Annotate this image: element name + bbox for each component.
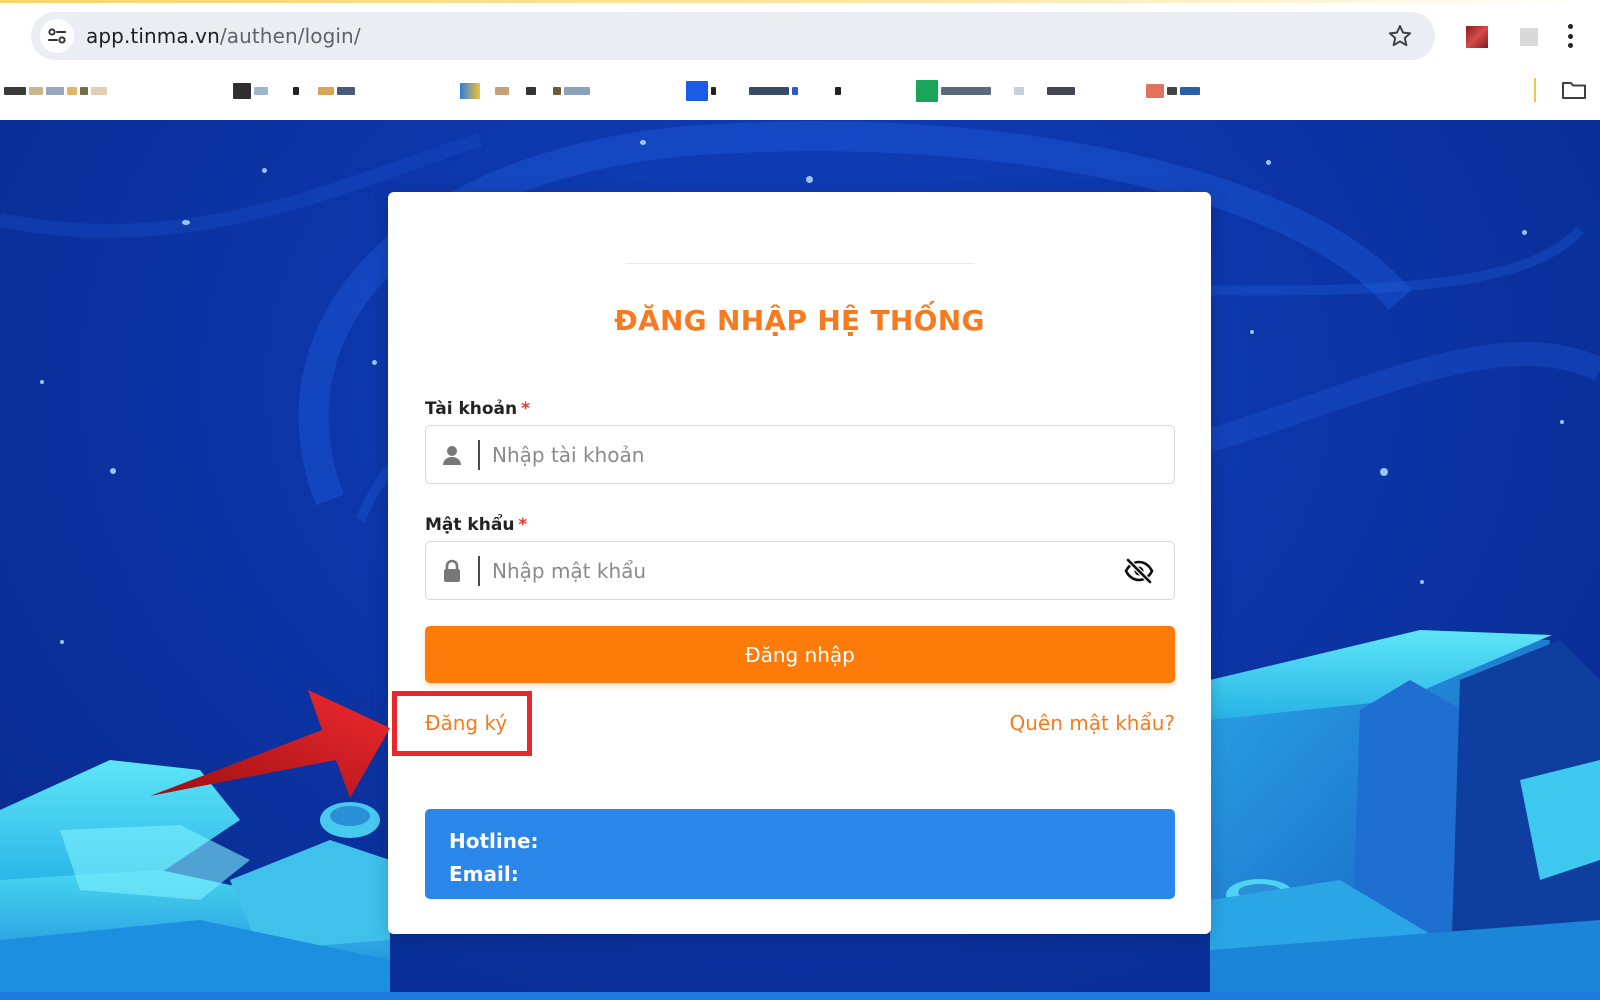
- page-title: ĐĂNG NHẬP HỆ THỐNG: [614, 304, 985, 337]
- bookmark-item[interactable]: [1146, 81, 1200, 101]
- extension-icon[interactable]: [1520, 28, 1538, 46]
- password-field[interactable]: [425, 541, 1175, 600]
- password-input[interactable]: [480, 542, 1124, 599]
- bookmark-item[interactable]: [916, 80, 1075, 102]
- account-field[interactable]: [425, 425, 1175, 484]
- email-label: Email:: [449, 862, 519, 886]
- bookmark-item[interactable]: [4, 81, 107, 101]
- password-label: Mật khẩu *: [425, 515, 527, 535]
- url-path: /authen/login/: [219, 24, 361, 48]
- browser-toolbar: app.tinma.vn/authen/login/: [0, 0, 1600, 120]
- eye-slash-icon[interactable]: [1124, 556, 1154, 586]
- forgot-password-link[interactable]: Quên mật khẩu?: [1010, 711, 1176, 735]
- url-text[interactable]: app.tinma.vn/authen/login/: [86, 24, 361, 48]
- tune-icon: [48, 28, 66, 44]
- hotline-label: Hotline:: [449, 829, 539, 853]
- bookmark-item[interactable]: [233, 81, 355, 101]
- contact-info-box: Hotline: Email:: [425, 809, 1175, 899]
- user-icon: [443, 445, 461, 465]
- bookmark-item[interactable]: [686, 81, 841, 101]
- arrow-icon: [150, 690, 390, 798]
- account-label: Tài khoản *: [425, 399, 530, 419]
- extension-icon[interactable]: [1466, 26, 1488, 48]
- browser-menu-icon[interactable]: [1568, 24, 1574, 48]
- card-top-divider: [626, 263, 974, 264]
- required-mark: *: [521, 399, 531, 419]
- url-host: app.tinma.vn: [86, 24, 220, 48]
- login-button[interactable]: Đăng nhập: [425, 626, 1175, 683]
- login-card: ĐĂNG NHẬP HỆ THỐNG Tài khoản* Mật khẩu*: [388, 192, 1211, 934]
- bookmark-item[interactable]: [460, 81, 590, 101]
- loading-bar: [0, 0, 1600, 3]
- user-icon-cell: [426, 425, 478, 484]
- bookmarks-bar: [0, 74, 1600, 108]
- address-bar[interactable]: app.tinma.vn/authen/login/: [31, 12, 1435, 60]
- password-label-text: Mật khẩu: [425, 515, 515, 535]
- lock-icon-cell: [426, 541, 478, 600]
- register-highlight-box: [392, 691, 532, 756]
- bookmark-star-icon[interactable]: [1387, 23, 1413, 49]
- bookmarks-separator: [1534, 78, 1536, 102]
- account-label-text: Tài khoản: [425, 399, 518, 419]
- site-info-button[interactable]: [40, 19, 74, 53]
- lock-icon: [444, 559, 460, 582]
- folder-icon[interactable]: [1561, 80, 1587, 100]
- required-mark: *: [518, 515, 528, 535]
- account-input[interactable]: [480, 426, 1174, 483]
